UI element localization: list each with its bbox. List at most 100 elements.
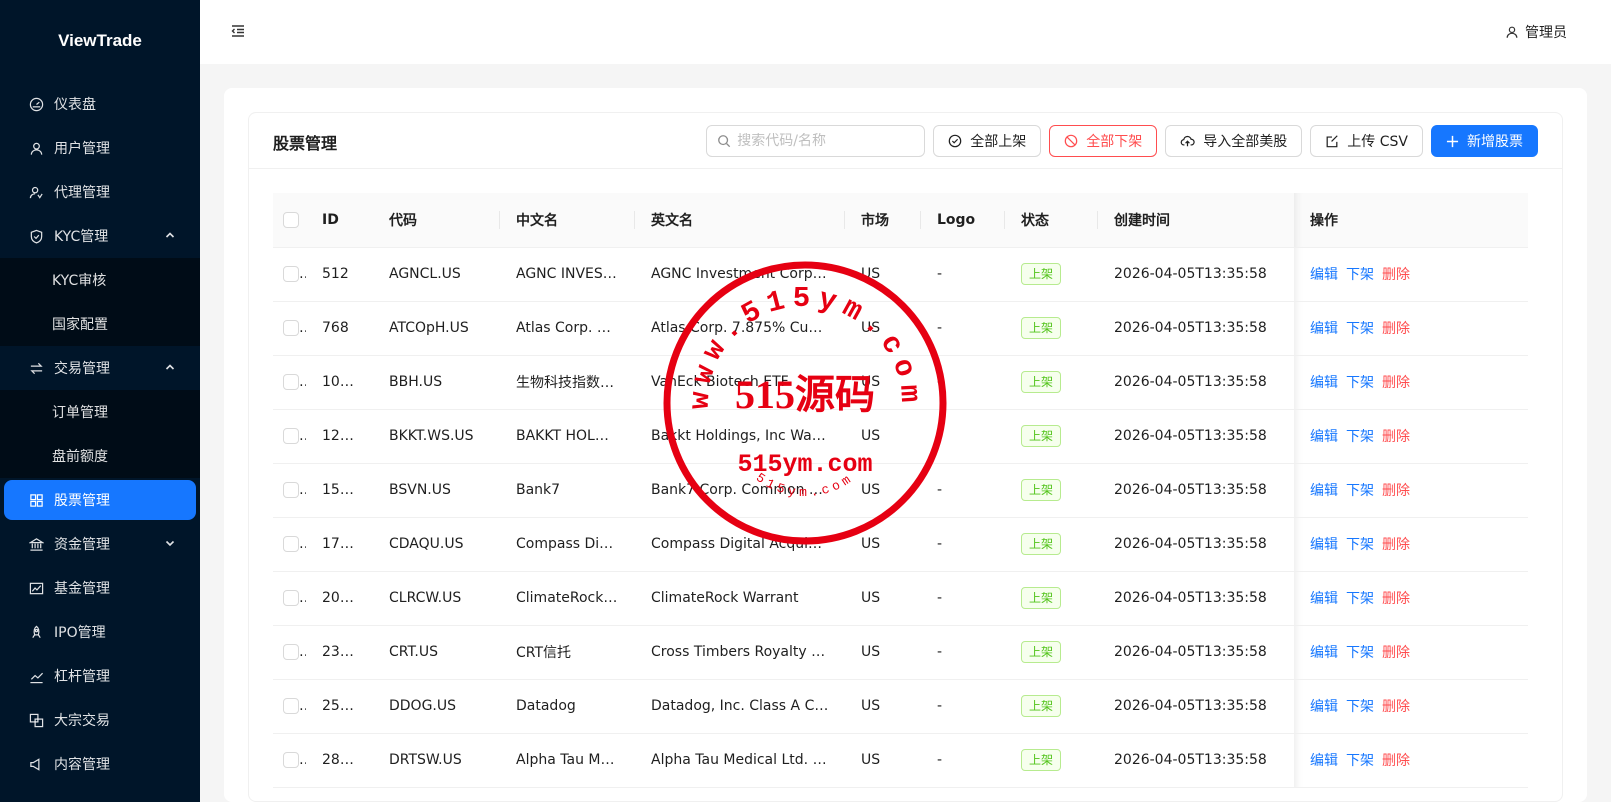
cell-created: 2026-04-05T13:35:58 [1098, 463, 1294, 518]
cell-id: 2048 [306, 571, 373, 626]
sidebar-item-content[interactable]: 内容管理 [0, 742, 200, 786]
sidebar-item-premarket-quota[interactable]: 盘前额度 [0, 434, 200, 478]
row-checkbox[interactable] [283, 266, 299, 282]
delete-link[interactable]: 删除 [1382, 537, 1410, 553]
delete-link[interactable]: 删除 [1382, 429, 1410, 445]
cell-code: CRT.US [373, 625, 500, 680]
sidebar-item-kyc[interactable]: KYC管理 [0, 214, 200, 258]
sidebar-item-funds-mgmt[interactable]: 资金管理 [0, 522, 200, 566]
cell-created: 2026-04-05T13:35:58 [1098, 301, 1294, 356]
row-checkbox[interactable] [283, 590, 299, 606]
sidebar-item-country-config[interactable]: 国家配置 [0, 302, 200, 346]
table-row[interactable]: 2304 CRT.US CRT信托 Cross Timbers Royalty Tru… [273, 625, 1528, 680]
select-all-cell [273, 193, 306, 248]
delist-link[interactable]: 下架 [1346, 537, 1374, 553]
import-us-button[interactable]: 导入全部美股 [1165, 125, 1303, 157]
edit-link[interactable]: 编辑 [1310, 645, 1338, 661]
row-checkbox[interactable] [283, 428, 299, 444]
rocket-icon [28, 624, 44, 640]
sidebar-item-fund[interactable]: 基金管理 [0, 566, 200, 610]
edit-link[interactable]: 编辑 [1310, 375, 1338, 391]
edit-link[interactable]: 编辑 [1310, 483, 1338, 499]
delete-link[interactable]: 删除 [1382, 483, 1410, 499]
cell-status: 上架 [1005, 733, 1098, 788]
cell-cn-name: Atlas Corp. 7.8... [500, 301, 635, 356]
cell-actions: 编辑 下架 删除 [1294, 409, 1528, 464]
shield-icon [28, 228, 44, 244]
row-checkbox[interactable] [283, 536, 299, 552]
delete-link[interactable]: 删除 [1382, 699, 1410, 715]
sidebar-item-block-trade[interactable]: 大宗交易 [0, 698, 200, 742]
row-select-cell [273, 679, 306, 734]
table-row[interactable]: 2048 CLRCW.US ClimateRock W... ClimateRock … [273, 571, 1528, 626]
table-row[interactable]: 2560 DDOG.US Datadog Datadog, Inc. Class A … [273, 679, 1528, 734]
row-checkbox[interactable] [283, 320, 299, 336]
edit-link[interactable]: 编辑 [1310, 429, 1338, 445]
sidebar-item-label: 基金管理 [54, 581, 110, 597]
row-checkbox[interactable] [283, 482, 299, 498]
delist-link[interactable]: 下架 [1346, 321, 1374, 337]
delist-link[interactable]: 下架 [1346, 429, 1374, 445]
sidebar-item-ipo[interactable]: IPO管理 [0, 610, 200, 654]
status-badge: 上架 [1021, 263, 1062, 285]
sidebar-item-orders[interactable]: 订单管理 [0, 390, 200, 434]
row-checkbox[interactable] [283, 644, 299, 660]
delist-link[interactable]: 下架 [1346, 591, 1374, 607]
cell-code: AGNCL.US [373, 247, 500, 302]
table-row[interactable]: 2816 DRTSW.US Alpha Tau Medi... Alpha Tau M… [273, 733, 1528, 788]
sidebar-item-leverage[interactable]: 杠杆管理 [0, 654, 200, 698]
status-badge: 上架 [1021, 479, 1062, 501]
menu-fold-icon[interactable] [230, 23, 248, 41]
sidebar-item-stocks[interactable]: 股票管理 [4, 480, 196, 520]
edit-link[interactable]: 编辑 [1310, 699, 1338, 715]
search-input[interactable] [737, 133, 918, 149]
edit-link[interactable]: 编辑 [1310, 537, 1338, 553]
sidebar-item-users[interactable]: 用户管理 [0, 126, 200, 170]
row-checkbox[interactable] [283, 698, 299, 714]
sidebar-item-dashboard[interactable]: 仪表盘 [0, 82, 200, 126]
sidebar-item-label: 订单管理 [52, 405, 108, 421]
bank-icon [28, 536, 44, 552]
delete-link[interactable]: 删除 [1382, 591, 1410, 607]
delist-link[interactable]: 下架 [1346, 267, 1374, 283]
delete-link[interactable]: 删除 [1382, 321, 1410, 337]
row-checkbox[interactable] [283, 752, 299, 768]
chevron-up-icon [164, 361, 178, 375]
search-box[interactable] [706, 125, 926, 157]
delist-link[interactable]: 下架 [1346, 375, 1374, 391]
sidebar-item-label: 仪表盘 [54, 97, 96, 113]
edit-link[interactable]: 编辑 [1310, 753, 1338, 769]
column-header-actions: 操作 [1294, 193, 1528, 248]
sidebar-item-agents[interactable]: 代理管理 [0, 170, 200, 214]
swap-icon [28, 360, 44, 376]
edit-link[interactable]: 编辑 [1310, 591, 1338, 607]
card-header: 股票管理 全部上架 全部下架 导入全部美股 [249, 113, 1562, 169]
delete-link[interactable]: 删除 [1382, 267, 1410, 283]
delist-all-button[interactable]: 全部下架 [1049, 125, 1158, 157]
upload-csv-button[interactable]: 上传 CSV [1310, 125, 1423, 157]
edit-link[interactable]: 编辑 [1310, 267, 1338, 283]
delist-link[interactable]: 下架 [1346, 483, 1374, 499]
sidebar-item-trading[interactable]: 交易管理 [0, 346, 200, 390]
delist-link[interactable]: 下架 [1346, 753, 1374, 769]
delist-link[interactable]: 下架 [1346, 645, 1374, 661]
sidebar-item-kyc-review[interactable]: KYC审核 [0, 258, 200, 302]
delete-link[interactable]: 删除 [1382, 375, 1410, 391]
user-menu[interactable]: 管理员 [1505, 22, 1567, 42]
add-stock-button[interactable]: 新增股票 [1431, 125, 1538, 157]
edit-link[interactable]: 编辑 [1310, 321, 1338, 337]
cell-status: 上架 [1005, 409, 1098, 464]
list-all-button[interactable]: 全部上架 [933, 125, 1042, 157]
status-badge: 上架 [1021, 749, 1062, 771]
delete-link[interactable]: 删除 [1382, 753, 1410, 769]
cell-created: 2026-04-05T13:35:58 [1098, 625, 1294, 680]
select-all-checkbox[interactable] [283, 211, 299, 228]
delist-link[interactable]: 下架 [1346, 699, 1374, 715]
row-select-cell [273, 517, 306, 572]
delete-link[interactable]: 删除 [1382, 645, 1410, 661]
row-checkbox[interactable] [283, 374, 299, 390]
cell-actions: 编辑 下架 删除 [1294, 301, 1528, 356]
column-header-en-name: 英文名 [635, 193, 845, 248]
cell-status: 上架 [1005, 625, 1098, 680]
cell-id: 1024 [306, 355, 373, 410]
